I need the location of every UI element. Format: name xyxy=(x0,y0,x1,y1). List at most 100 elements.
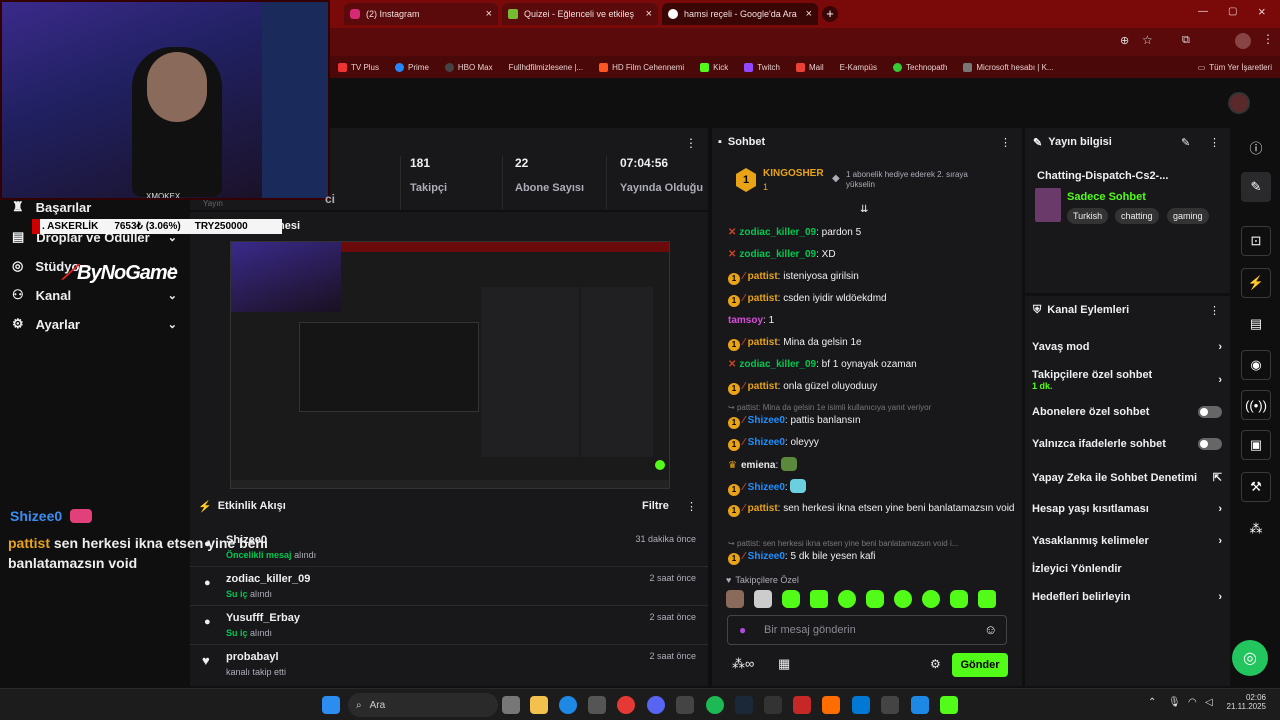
action-account-age[interactable]: Hesap yaşı kısıtlaması › xyxy=(1032,503,1222,515)
sidebar-item-settings[interactable]: ⚙ Ayarlar ⌄ xyxy=(12,316,177,332)
action-slow-mode[interactable]: Yavaş mod › xyxy=(1032,341,1222,353)
clock[interactable]: 02:06 21.11.2025 xyxy=(1218,693,1266,711)
more-icon[interactable]: ⋮ xyxy=(1000,136,1011,149)
support-icon[interactable]: ◎ xyxy=(1232,640,1268,676)
bookmark-item[interactable]: Twitch xyxy=(736,62,788,72)
more-icon[interactable]: ⋮ xyxy=(685,136,697,150)
microphone-icon[interactable]: ● xyxy=(739,623,746,637)
community-icon[interactable]: ⁂ xyxy=(1241,514,1271,544)
extensions-icon[interactable]: ⧉ xyxy=(1182,34,1190,47)
emote-icon[interactable] xyxy=(950,590,968,608)
more-icon[interactable]: ⋮ xyxy=(1209,304,1220,317)
subscribers-only-toggle[interactable] xyxy=(1198,406,1222,418)
volume-icon[interactable]: ◁ xyxy=(1205,697,1213,708)
filter-button[interactable]: Filtre xyxy=(642,500,669,512)
emote-icon[interactable] xyxy=(726,590,744,608)
more-icon[interactable]: ⋮ xyxy=(1209,136,1220,149)
emoji-icon[interactable]: ☺ xyxy=(984,622,997,637)
task-view-icon[interactable] xyxy=(502,696,520,714)
action-host[interactable]: İzleyici Yönlendir xyxy=(1032,563,1222,575)
user-avatar[interactable] xyxy=(1228,92,1250,114)
bookmark-item[interactable]: Fullhdfilmizlesene |... xyxy=(501,63,592,72)
maximize-icon[interactable]: ▢ xyxy=(1228,6,1237,17)
all-bookmarks[interactable]: ▭ Tüm Yer İşaretleri xyxy=(1190,63,1280,72)
more-icon[interactable]: ⋮ xyxy=(686,500,697,513)
tab-quizei[interactable]: Quizei - Eğlenceli ve etkileşim... × xyxy=(502,3,658,25)
spotify-icon[interactable] xyxy=(706,696,724,714)
app-icon[interactable] xyxy=(881,696,899,714)
window-close-icon[interactable]: × xyxy=(1258,4,1266,19)
bookmark-item[interactable]: TV Plus xyxy=(330,62,387,72)
close-icon[interactable]: × xyxy=(646,8,652,20)
tab-google[interactable]: hamsi reçeli - Google'da Ara × xyxy=(662,3,818,25)
tag-chip[interactable]: Turkish xyxy=(1067,208,1109,224)
kick-icon[interactable] xyxy=(940,696,958,714)
taskbar-search[interactable]: ⌕ Ara xyxy=(348,693,498,717)
menu-icon[interactable]: ⋮ xyxy=(1262,32,1274,46)
discord-icon[interactable] xyxy=(647,696,665,714)
action-goals[interactable]: Hedefleri belirleyin › xyxy=(1032,591,1222,603)
close-icon[interactable]: × xyxy=(486,8,492,20)
file-explorer-icon[interactable] xyxy=(530,696,548,714)
edit-icon[interactable]: ✎ xyxy=(1241,172,1271,202)
info-icon[interactable]: ⓘ xyxy=(1241,132,1271,162)
stream-preview-video[interactable] xyxy=(230,241,670,489)
notes-icon[interactable]: ▤ xyxy=(1241,309,1271,339)
sidebar-item-channel[interactable]: ⚇ Kanal ⌄ xyxy=(12,287,177,303)
wifi-icon[interactable]: ◠ xyxy=(1188,697,1197,708)
emote-icon[interactable] xyxy=(922,590,940,608)
tab-instagram[interactable]: (2) Instagram × xyxy=(344,3,498,25)
emote-icon[interactable] xyxy=(810,590,828,608)
action-banned-words[interactable]: Yasaklanmış kelimeler › xyxy=(1032,535,1222,547)
bookmark-item[interactable]: Kick xyxy=(692,62,736,72)
bookmark-item[interactable]: E-Kampüs xyxy=(832,63,885,72)
zoom-icon[interactable]: ⊕ xyxy=(1120,34,1129,47)
wrench-icon[interactable]: ⚒ xyxy=(1241,472,1271,502)
microphone-icon[interactable]: 🎙︎ xyxy=(1168,697,1181,708)
address-bar[interactable]: ⊕ ☆ ⧉ ⋮ xyxy=(330,28,1280,56)
action-ai-moderation[interactable]: Yapay Zeka ile Sohbet Denetimi ⇱ xyxy=(1032,471,1222,485)
layout-icon[interactable]: ▣ xyxy=(1241,430,1271,460)
app-icon[interactable] xyxy=(764,696,782,714)
lightning-icon[interactable]: ⚡ xyxy=(1241,268,1271,298)
emote-icon[interactable] xyxy=(838,590,856,608)
emote-icon[interactable] xyxy=(866,590,884,608)
app-icon[interactable] xyxy=(911,696,929,714)
close-icon[interactable]: × xyxy=(806,8,812,20)
bookmark-item[interactable]: HBO Max xyxy=(437,62,501,72)
bookmark-item[interactable]: Prime xyxy=(387,62,437,72)
bookmark-item[interactable]: HD Film Cehennemi xyxy=(591,62,692,72)
windows-start-icon[interactable] xyxy=(322,696,340,714)
minimize-icon[interactable]: — xyxy=(1198,6,1208,17)
tag-chip[interactable]: chatting xyxy=(1115,208,1159,224)
tag-chip[interactable]: gaming xyxy=(1167,208,1209,224)
points-icon[interactable]: ⁂∞ xyxy=(732,656,754,672)
settings-icon[interactable]: ⚙ xyxy=(930,657,941,671)
capture-icon[interactable]: ⊡ xyxy=(1241,226,1271,256)
edit-icon[interactable]: ✎ xyxy=(1181,136,1190,149)
sidebar-item-achievements[interactable]: ♜ Başarılar xyxy=(12,199,177,215)
broadcast-icon[interactable]: ((•)) xyxy=(1241,390,1271,420)
bookmark-item[interactable]: Mail xyxy=(788,62,832,72)
new-tab-button[interactable]: + xyxy=(822,6,838,22)
category-link[interactable]: Sadece Sohbet xyxy=(1067,191,1146,203)
tray-chevron-icon[interactable]: ⌃ xyxy=(1148,697,1156,708)
send-button[interactable]: Gönder xyxy=(952,653,1008,677)
star-icon[interactable]: ☆ xyxy=(1142,33,1153,47)
profile-avatar[interactable] xyxy=(1235,33,1251,49)
emote-only-toggle[interactable] xyxy=(1198,438,1222,450)
store-icon[interactable] xyxy=(588,696,606,714)
emote-icon[interactable] xyxy=(978,590,996,608)
emote-icon[interactable] xyxy=(782,590,800,608)
steam-icon[interactable] xyxy=(735,696,753,714)
store-icon[interactable]: ▦ xyxy=(778,656,790,672)
app-icon[interactable] xyxy=(793,696,811,714)
emote-icon[interactable] xyxy=(894,590,912,608)
chat-bubble-icon[interactable]: ◉ xyxy=(1241,350,1271,380)
chat-input[interactable]: ● Bir mesaj gönderin ☺ xyxy=(727,615,1007,645)
app-icon[interactable] xyxy=(822,696,840,714)
action-followers-only[interactable]: Takipçilere özel sohbet 1 dk. › xyxy=(1032,369,1222,391)
bookmark-item[interactable]: Microsoft hesabı | K... xyxy=(955,62,1061,72)
chrome-icon[interactable] xyxy=(617,696,635,714)
emote-icon[interactable] xyxy=(754,590,772,608)
